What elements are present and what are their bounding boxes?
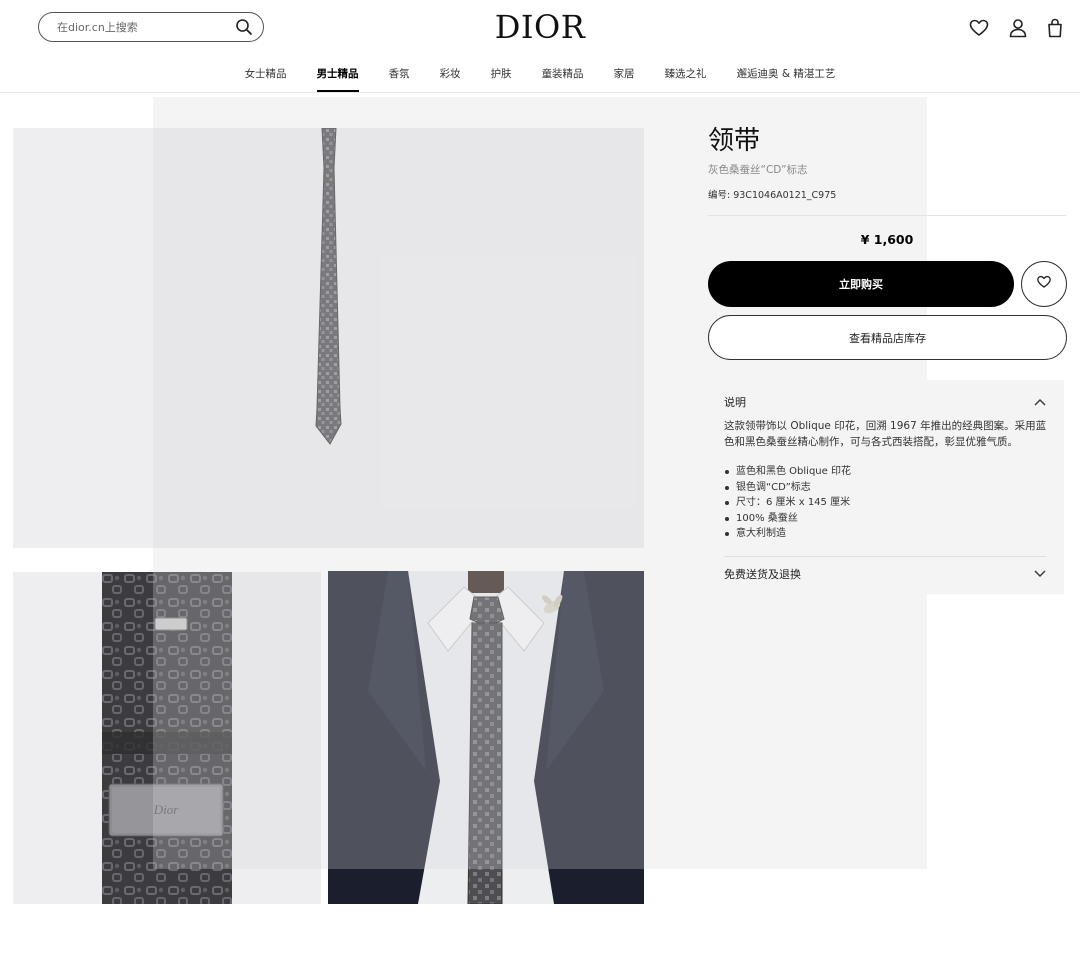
- chevron-up-icon: [1034, 396, 1046, 409]
- store-stock-button[interactable]: 查看精品店库存: [708, 315, 1067, 360]
- nav-item[interactable]: 护肤: [491, 62, 512, 92]
- nav-item[interactable]: 女士精品: [245, 62, 287, 92]
- product-title: 领带: [708, 126, 761, 156]
- description-text: 这款领带饰以 Oblique 印花，回溯 1967 年推出的经典图案。采用蓝色和…: [724, 420, 1047, 448]
- feature-item: 银色调“CD”标志: [724, 480, 851, 496]
- nav-item[interactable]: 香氛: [389, 62, 410, 92]
- shipping-accordion-header[interactable]: 免费送货及退换: [724, 564, 1046, 584]
- description-accordion-header[interactable]: 说明: [724, 392, 1046, 412]
- tie-full-image[interactable]: [13, 128, 644, 548]
- nav-item[interactable]: 男士精品: [316, 62, 359, 92]
- label-brand-text: Dior: [153, 802, 180, 817]
- accordion-divider: [724, 556, 1046, 557]
- tie-worn-image[interactable]: [328, 571, 644, 904]
- tie-back-label-image[interactable]: Dior: [13, 572, 321, 904]
- product-subtitle: 灰色桑蚕丝“CD”标志: [708, 164, 808, 176]
- nav-item[interactable]: 邂逅迪奥 & 精湛工艺: [737, 62, 836, 92]
- feature-item: 蓝色和黑色 Oblique 印花: [724, 464, 851, 480]
- product-price: ¥ 1,600: [860, 232, 914, 247]
- header-divider: [0, 92, 1080, 93]
- product-sku: 编号: 93C1046A0121_C975: [708, 190, 837, 201]
- product-divider: [708, 215, 1066, 216]
- chevron-down-icon: [1034, 568, 1046, 581]
- feature-list: 蓝色和黑色 Oblique 印花 银色调“CD”标志 尺寸：6 厘米 x 145 厘…: [724, 464, 851, 542]
- nav-item[interactable]: 臻选之礼: [665, 62, 707, 92]
- brand-logo[interactable]: DIOR: [0, 8, 1080, 46]
- description-panel: 说明 这款领带饰以 Oblique 印花，回溯 1967 年推出的经典图案。采用…: [706, 380, 1064, 594]
- main-nav: 女士精品 男士精品 香氛 彩妆 护肤 童装精品 家居 臻选之礼 邂逅迪奥 & 精湛工艺: [0, 62, 1080, 92]
- wishlist-button[interactable]: [1021, 261, 1067, 307]
- heart-icon[interactable]: [968, 17, 990, 39]
- shipping-label: 免费送货及退换: [724, 568, 801, 581]
- nav-item[interactable]: 彩妆: [440, 62, 461, 92]
- feature-item: 意大利制造: [724, 526, 851, 542]
- nav-list: 女士精品 男士精品 香氛 彩妆 护肤 童装精品 家居 臻选之礼 邂逅迪奥 & 精湛工艺: [230, 62, 851, 92]
- nav-item[interactable]: 家居: [614, 62, 635, 92]
- nav-item[interactable]: 童装精品: [542, 62, 584, 92]
- buy-now-button[interactable]: 立即购买: [708, 261, 1014, 307]
- feature-item: 100% 桑蚕丝: [724, 511, 851, 527]
- user-icon[interactable]: [1007, 17, 1029, 39]
- bag-icon[interactable]: [1044, 17, 1066, 39]
- description-heading: 说明: [724, 396, 746, 409]
- feature-item: 尺寸：6 厘米 x 145 厘米: [724, 495, 851, 511]
- heart-icon: [1036, 274, 1052, 294]
